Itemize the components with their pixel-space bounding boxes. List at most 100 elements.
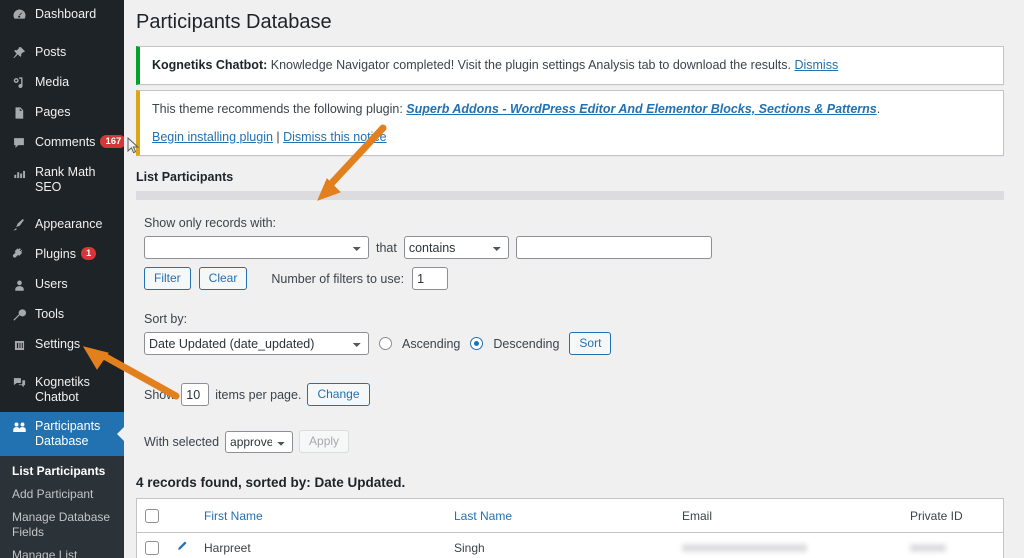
table-row[interactable]: Harpreet Singh: [136, 532, 1004, 558]
plugins-badge: 1: [81, 247, 97, 260]
comment-icon: [9, 135, 29, 151]
participants-table: First Name Last Name Email Private ID Ha…: [136, 498, 1004, 558]
notice-kognetiks-chatbot: Kognetiks Chatbot: Knowledge Navigator c…: [136, 46, 1004, 85]
radio-ascending[interactable]: [379, 337, 392, 351]
submenu-item-add-participant[interactable]: Add Participant: [0, 483, 124, 506]
sort-field-select[interactable]: Date Updated (date_updated): [144, 332, 369, 356]
sidebar-item-comments[interactable]: Comments 167: [0, 128, 124, 158]
filter-operator-select[interactable]: contains: [403, 236, 509, 260]
num-filters-input[interactable]: [412, 267, 449, 291]
tab-list-participants[interactable]: List Participants: [136, 170, 1004, 191]
sidebar-label: Kognetiks Chatbot: [35, 375, 90, 404]
sidebar-item-dashboard[interactable]: Dashboard: [0, 0, 124, 30]
sidebar-item-settings[interactable]: Settings: [0, 330, 124, 360]
bulk-action-select[interactable]: approve: [225, 430, 294, 453]
participants-icon: [9, 419, 29, 435]
sidebar-item-posts[interactable]: Posts: [0, 38, 124, 68]
sidebar-item-users[interactable]: Users: [0, 270, 124, 300]
sidebar-label: Pages: [35, 105, 71, 119]
submenu-item-manage-database-fields[interactable]: Manage Database Fields: [0, 506, 124, 544]
sidebar-item-kognetiks-chatbot[interactable]: Kognetiks Chatbot: [0, 368, 124, 412]
search-sort-panel: Show only records with: that contains Fi…: [136, 200, 1004, 460]
sidebar-item-media[interactable]: Media: [0, 68, 124, 98]
submenu-label: Manage Database Fields: [12, 510, 111, 539]
filter-value-input[interactable]: [515, 236, 712, 260]
sidebar-label: Settings: [35, 337, 81, 351]
media-icon: [9, 75, 29, 91]
column-header-email[interactable]: Email: [674, 498, 902, 534]
panel-divider: [136, 191, 1004, 201]
sidebar-label: Tools: [35, 307, 65, 321]
that-label: that: [376, 240, 397, 255]
sort-row: Date Updated (date_updated) Ascending De…: [144, 332, 996, 356]
edit-pencil-icon[interactable]: [175, 540, 188, 556]
sidebar-item-pages[interactable]: Pages: [0, 98, 124, 128]
column-header-last-name[interactable]: Last Name: [446, 498, 674, 534]
chat-icon: [9, 375, 29, 391]
sidebar-label: Users: [35, 277, 68, 291]
notice-strong: Kognetiks Chatbot:: [152, 58, 268, 72]
cell-private-id: [902, 532, 1004, 558]
submenu-label: Manage List Columns: [12, 548, 78, 558]
notice-separator: |: [272, 129, 284, 144]
per-page-input[interactable]: [181, 383, 210, 407]
comments-badge: 167: [100, 135, 124, 148]
notice-text: Knowledge Navigator completed! Visit the…: [267, 58, 791, 72]
row-select-cell: [136, 532, 167, 558]
dismiss-link[interactable]: Dismiss: [794, 58, 838, 72]
plug-icon: [9, 247, 29, 263]
sidebar-item-appearance[interactable]: Appearance: [0, 210, 124, 240]
sidebar-item-rank-math-seo[interactable]: Rank Math SEO: [0, 158, 124, 202]
filter-button[interactable]: Filter: [144, 267, 191, 291]
notice-theme-recommendation: This theme recommends the following plug…: [136, 89, 1004, 157]
cell-email: [674, 532, 902, 558]
sidebar-item-plugins[interactable]: Plugins 1: [0, 240, 124, 270]
admin-screen: Dashboard Posts Media Pages Comments 167…: [0, 0, 1024, 558]
submenu-label: Add Participant: [12, 487, 94, 501]
results-summary: 4 records found, sorted by: Date Updated…: [136, 475, 406, 491]
cell-first-name: Harpreet: [196, 532, 446, 558]
sidebar-label: Plugins: [35, 247, 76, 261]
wrench-icon: [9, 307, 29, 323]
dismiss-notice-link[interactable]: Dismiss this notice: [283, 130, 387, 144]
sidebar-item-tools[interactable]: Tools: [0, 300, 124, 330]
sort-heading: Sort by:: [144, 312, 188, 327]
begin-installing-plugin-link[interactable]: Begin installing plugin: [152, 130, 273, 144]
pages-icon: [9, 105, 29, 121]
bulk-action-row: With selected approve Apply: [144, 430, 996, 454]
change-button[interactable]: Change: [307, 383, 370, 407]
select-all-checkbox[interactable]: [145, 509, 159, 524]
sidebar-label: Appearance: [35, 217, 103, 231]
row-checkbox[interactable]: [145, 541, 159, 556]
ascending-label: Ascending: [402, 336, 461, 351]
user-icon: [9, 277, 29, 293]
sidebar-item-participants-database[interactable]: Participants Database: [0, 412, 124, 456]
radio-descending[interactable]: [470, 337, 484, 351]
filter-row: that contains: [144, 236, 996, 260]
notice-text-end: .: [876, 101, 881, 116]
column-header-first-name[interactable]: First Name: [196, 498, 446, 534]
items-per-page-label: items per page.: [215, 387, 302, 402]
filter-field-select[interactable]: [144, 236, 369, 260]
num-filters-label: Number of filters to use:: [271, 271, 405, 286]
settings-icon: [9, 337, 29, 353]
column-header-private-id[interactable]: Private ID: [902, 498, 1004, 534]
admin-sidebar: Dashboard Posts Media Pages Comments 167…: [0, 0, 124, 558]
rankmath-icon: [9, 165, 29, 181]
submenu-label: List Participants: [12, 464, 106, 478]
clear-button[interactable]: Clear: [198, 267, 248, 291]
submenu-item-manage-list-columns[interactable]: Manage List Columns: [0, 544, 124, 558]
show-label: Show: [144, 387, 176, 402]
plugin-link[interactable]: Superb Addons - WordPress Editor And Ele…: [406, 102, 876, 116]
select-all-header: [136, 498, 167, 534]
sort-button[interactable]: Sort: [569, 332, 612, 356]
submenu-item-list-participants[interactable]: List Participants: [0, 460, 124, 483]
apply-button[interactable]: Apply: [299, 430, 350, 454]
per-page-row: Show items per page. Change: [144, 383, 996, 407]
pin-icon: [9, 45, 29, 61]
sidebar-label: Rank Math SEO: [35, 165, 96, 194]
table-header-row: First Name Last Name Email Private ID: [136, 498, 1004, 534]
sidebar-label: Participants Database: [35, 419, 101, 448]
filter-actions-row: Filter Clear Number of filters to use:: [144, 267, 996, 291]
notice-text: This theme recommends the following plug…: [152, 101, 407, 116]
